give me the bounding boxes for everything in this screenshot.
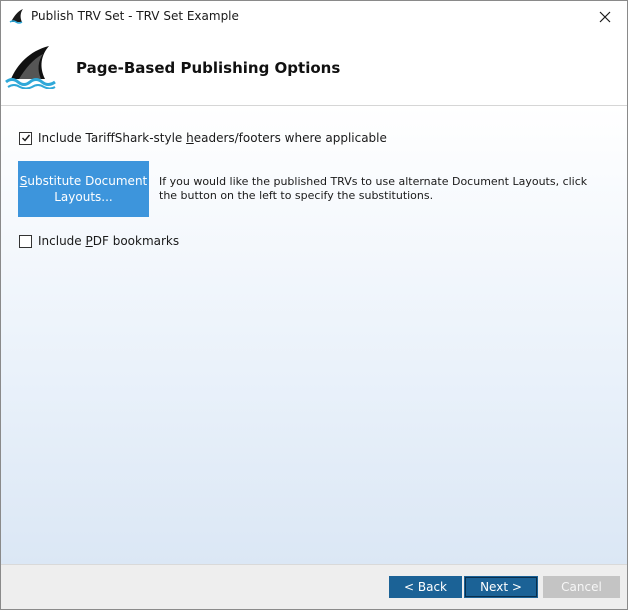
headers-footers-option[interactable]: Include TariffShark-style headers/footer… [19, 131, 387, 145]
pdf-bookmarks-option[interactable]: Include PDF bookmarks [19, 234, 179, 248]
checkmark-icon [21, 134, 30, 142]
substitute-help-text: If you would like the published TRVs to … [159, 175, 588, 202]
substitute-button-line1: Substitute Document [19, 174, 148, 188]
close-button[interactable] [583, 1, 627, 32]
title-bar[interactable]: Publish TRV Set - TRV Set Example [1, 1, 627, 32]
cancel-button[interactable]: Cancel [543, 576, 620, 598]
tariffshark-fin-icon [9, 9, 23, 24]
tariffshark-logo [5, 46, 56, 89]
pdf-bookmarks-checkbox[interactable] [19, 234, 32, 248]
close-icon [599, 11, 611, 22]
publish-dialog: Publish TRV Set - TRV Set Example Page-B… [0, 0, 628, 610]
page-title: Page-Based Publishing Options [76, 59, 341, 77]
headers-footers-label: Include TariffShark-style headers/footer… [38, 131, 387, 145]
wizard-footer: < Back Next > Cancel [1, 564, 627, 609]
back-button[interactable]: < Back [389, 576, 462, 598]
substitute-document-layouts-button[interactable]: Substitute Document Layouts... [18, 161, 149, 217]
pdf-bookmarks-label: Include PDF bookmarks [38, 234, 180, 248]
window-title: Publish TRV Set - TRV Set Example [31, 9, 239, 23]
next-button[interactable]: Next > [464, 576, 538, 598]
substitute-button-line2: Layouts... [54, 190, 113, 204]
wizard-header: Page-Based Publishing Options [1, 32, 627, 105]
headers-footers-checkbox[interactable] [19, 131, 32, 145]
options-panel: Include TariffShark-style headers/footer… [1, 106, 627, 564]
